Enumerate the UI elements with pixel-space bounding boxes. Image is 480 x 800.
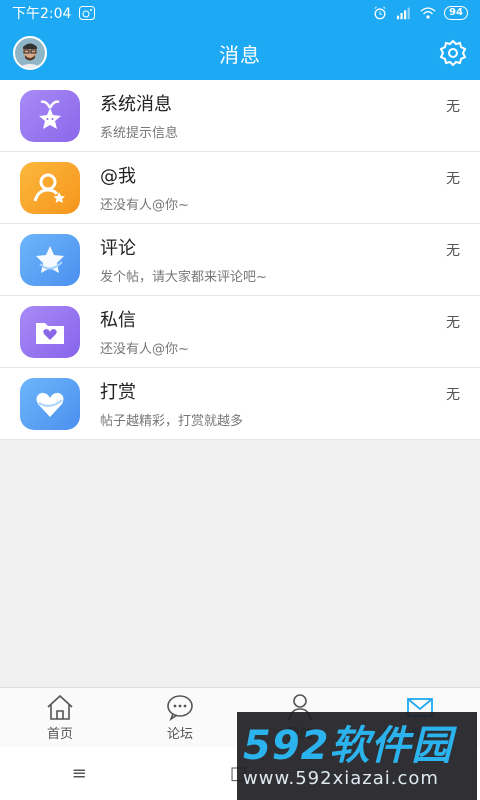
- message-subtitle: 还没有人@你~: [100, 342, 189, 357]
- message-subtitle: 帖子越精彩，打赏就越多: [100, 414, 244, 429]
- message-title: @我: [100, 166, 136, 187]
- message-subtitle: 发个帖，请大家都来评论吧~: [100, 270, 267, 285]
- status-bar: 下午2:04 94: [0, 0, 480, 26]
- avatar[interactable]: [13, 36, 47, 70]
- alarm-icon: [374, 6, 386, 20]
- wifi-icon: [420, 7, 436, 19]
- message-title: 私信: [100, 310, 136, 331]
- page-title: 消息: [219, 42, 261, 67]
- heart-folder-icon: [20, 305, 80, 358]
- message-count: 无: [446, 387, 460, 403]
- watermark-brand: 592软件园: [243, 722, 453, 769]
- message-count: 无: [446, 243, 460, 259]
- message-list: 系统消息 系统提示信息 无 @我 还没有人@你~ 无 评论 发个帖，请大家都来评…: [0, 80, 480, 440]
- message-title: 系统消息: [100, 94, 172, 115]
- weibo-icon: [79, 6, 96, 20]
- menu-button[interactable]: ≡: [72, 763, 87, 784]
- battery-level: 94: [444, 6, 468, 20]
- message-title: 评论: [100, 238, 136, 259]
- heart-reward-icon: [20, 377, 80, 430]
- star-sprout-icon: [20, 89, 80, 142]
- status-time: 下午2:04: [12, 6, 72, 22]
- tab-forum[interactable]: 论坛: [120, 688, 240, 747]
- tab-label: 论坛: [166, 727, 193, 742]
- message-item-comment[interactable]: 评论 发个帖，请大家都来评论吧~ 无: [0, 224, 480, 296]
- message-item-reward[interactable]: 打赏 帖子越精彩，打赏就越多 无: [0, 368, 480, 440]
- tab-label: 首页: [46, 727, 73, 742]
- star-chat-icon: [20, 233, 80, 286]
- home-icon: [47, 694, 73, 720]
- watermark-url: www.592xiazai.com: [243, 767, 439, 789]
- tab-home[interactable]: 首页: [0, 688, 120, 747]
- message-item-mention[interactable]: @我 还没有人@你~ 无: [0, 152, 480, 224]
- watermark: 592软件园 www.592xiazai.com: [237, 712, 477, 800]
- chat-bubble-icon: [167, 695, 193, 721]
- gear-icon[interactable]: [438, 38, 468, 68]
- message-item-system[interactable]: 系统消息 系统提示信息 无: [0, 80, 480, 152]
- message-count: 无: [446, 99, 460, 115]
- message-title: 打赏: [100, 382, 136, 403]
- signal-icon: [396, 7, 410, 20]
- message-count: 无: [446, 171, 460, 187]
- message-subtitle: 还没有人@你~: [100, 198, 189, 213]
- message-subtitle: 系统提示信息: [100, 126, 179, 141]
- user-star-icon: [20, 161, 80, 214]
- avatar-image: [15, 38, 45, 68]
- app-header: 消息: [0, 26, 480, 80]
- message-item-private[interactable]: 私信 还没有人@你~ 无: [0, 296, 480, 368]
- message-count: 无: [446, 315, 460, 331]
